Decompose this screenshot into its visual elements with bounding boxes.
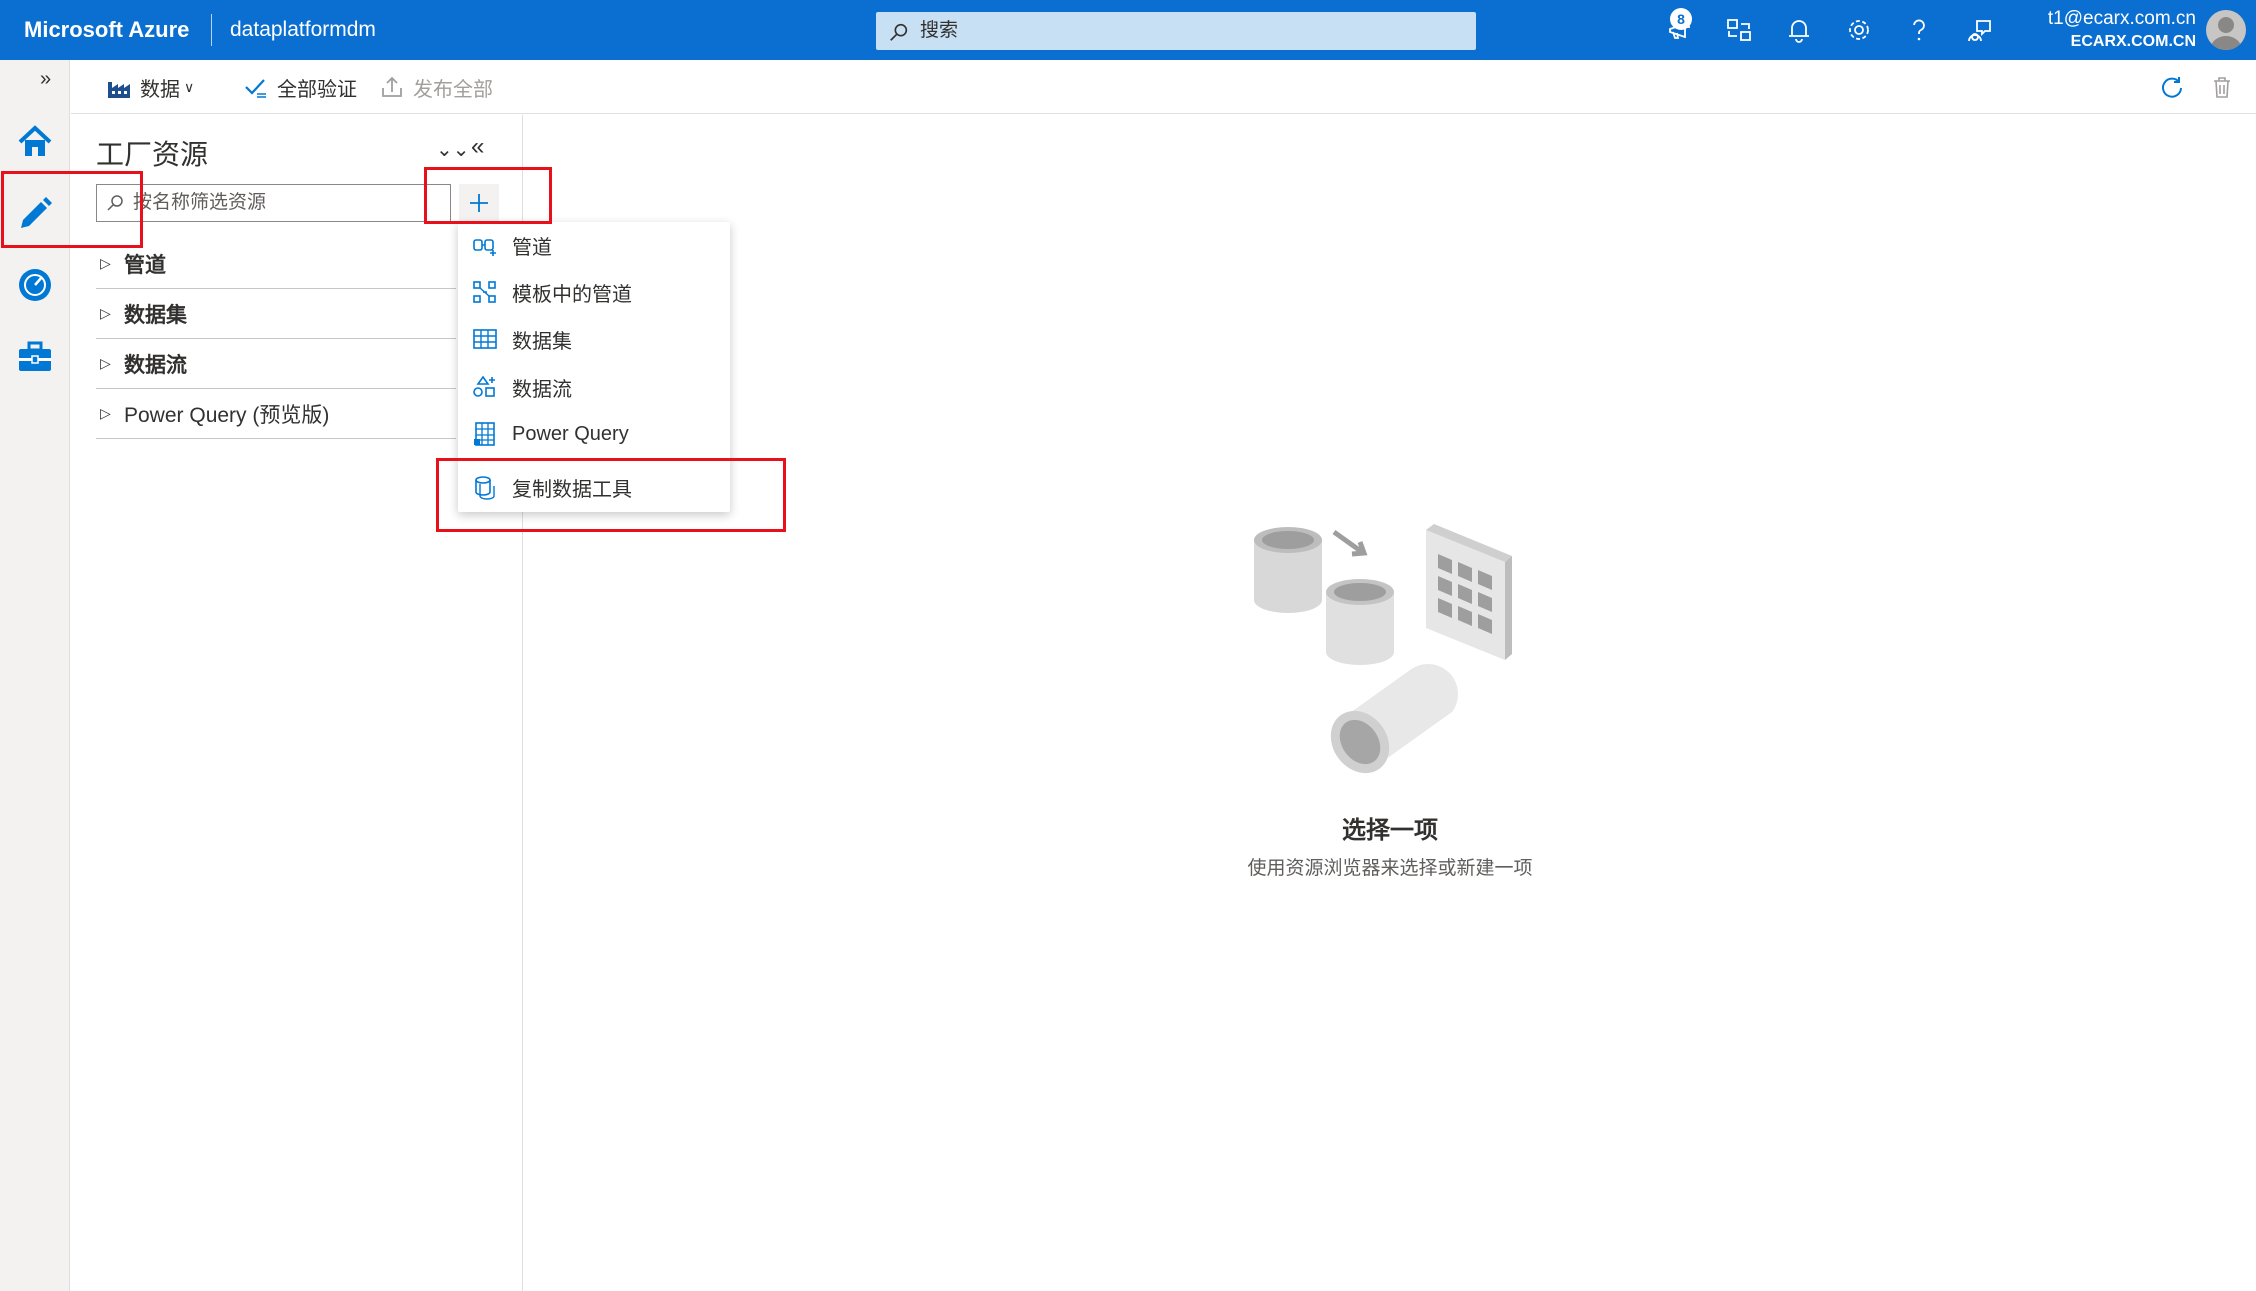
power-query-icon [474, 422, 495, 446]
avatar-person-icon [2210, 17, 2242, 50]
empty-state-illustration [1254, 524, 1512, 774]
brand-title[interactable]: Microsoft Azure [24, 0, 189, 60]
help-icon[interactable] [1904, 15, 1934, 45]
menu-item-label: 管道 [512, 236, 552, 259]
refresh-button[interactable] [2159, 60, 2193, 114]
chevron-down-icon: ∨ [184, 78, 195, 95]
tree-item-label: Power Query (预览版) [124, 403, 330, 427]
menu-item-label: 数据流 [512, 378, 572, 401]
notification-count-badge: 8 [1670, 8, 1692, 30]
menu-item-pipeline-from-template[interactable]: 模板中的管道 [458, 269, 730, 315]
top-bar: Microsoft Azure dataplatformdm 搜索 8 t1@e… [0, 0, 2256, 60]
pipe-icon [1330, 664, 1458, 774]
database-cylinder-icon [1254, 527, 1322, 613]
refresh-icon [2162, 77, 2182, 98]
arrow-icon [1332, 529, 1368, 557]
search-placeholder: 搜索 [920, 20, 959, 41]
expand-caret-icon[interactable]: ▷ [96, 305, 124, 322]
search-icon [890, 23, 908, 41]
dataset-table-icon [473, 329, 497, 349]
topbar-divider [211, 14, 212, 46]
factory-name[interactable]: dataplatformdm [230, 0, 376, 60]
menu-item-dataflow[interactable]: 数据流 [458, 364, 730, 410]
user-email[interactable]: t1@ecarx.com.cn [2048, 8, 2196, 30]
empty-state-subtitle: 使用资源浏览器来选择或新建一项 [1247, 858, 1533, 879]
collapse-panel-icon[interactable]: « [471, 133, 484, 161]
validate-check-icon [245, 79, 266, 98]
global-search-input[interactable]: 搜索 [876, 12, 1476, 50]
highlight-box-author [1, 171, 143, 248]
menu-item-pipeline[interactable]: 管道 [458, 222, 730, 268]
home-icon [18, 125, 52, 156]
panel-title: 工厂资源 [96, 139, 209, 170]
publish-all-label: 发布全部 [413, 78, 493, 101]
validate-all-label: 全部验证 [277, 78, 357, 101]
menu-item-label: 模板中的管道 [512, 283, 632, 306]
tree-item-dataflows[interactable]: ▷ 数据流 [96, 339, 456, 389]
resource-filter-input[interactable] [131, 187, 441, 219]
menu-item-label: Power Query [512, 422, 629, 445]
tree-item-pipelines[interactable]: ▷ 管道 [96, 239, 456, 289]
menu-item-dataset[interactable]: 数据集 [458, 316, 730, 362]
highlight-box-copy-data-tool [436, 458, 786, 532]
pipeline-icon [473, 239, 496, 256]
bell-icon[interactable] [1784, 15, 1814, 45]
highlight-box-add-button [424, 167, 552, 224]
monitor-icon [19, 269, 51, 301]
tree-item-label: 管道 [124, 253, 166, 277]
tree-item-label: 数据流 [124, 353, 187, 377]
validate-all-button[interactable]: 全部验证 [243, 60, 357, 114]
tree-item-power-query[interactable]: ▷ Power Query (预览版) [96, 389, 456, 439]
tree-item-label: 数据集 [124, 303, 187, 327]
tree-item-datasets[interactable]: ▷ 数据集 [96, 289, 456, 339]
discard-all-button[interactable] [2209, 60, 2243, 114]
avatar[interactable] [2206, 10, 2246, 50]
factory-toolbar: 数据 ∨ 全部验证 发布全部 [71, 60, 2256, 114]
rail-home[interactable] [0, 110, 70, 170]
manage-toolbox-icon [19, 341, 51, 371]
data-factory-menu-label: 数据 [140, 78, 180, 101]
empty-state-title: 选择一项 [1342, 817, 1438, 844]
data-factory-menu-button[interactable]: 数据 ∨ [106, 60, 194, 114]
table-grid-icon [1426, 524, 1512, 660]
publish-all-button[interactable]: 发布全部 [379, 60, 493, 114]
resource-filter-field[interactable] [96, 184, 451, 222]
menu-item-power-query[interactable]: Power Query [458, 411, 730, 457]
user-organization[interactable]: ECARX.COM.CN [2071, 33, 2196, 51]
resource-tree: ▷ 管道 ▷ 数据集 ▷ 数据流 ▷ Power Query (预览版) [96, 239, 456, 439]
expand-caret-icon[interactable]: ▷ [96, 255, 124, 272]
publish-upload-icon [382, 76, 402, 97]
factory-resources-panel: 工厂资源 ⌄⌄ « ▷ 管道 ▷ 数据集 ▷ 数据流 ▷ Power Query… [71, 115, 523, 1291]
directory-icon[interactable] [1724, 15, 1754, 45]
expand-caret-icon[interactable]: ▷ [96, 355, 124, 372]
collapse-all-icon[interactable]: ⌄⌄ [436, 137, 470, 162]
trash-icon [2214, 77, 2230, 98]
factory-icon [108, 82, 130, 98]
rail-monitor[interactable] [0, 253, 70, 313]
expand-rail-button[interactable]: » [40, 68, 51, 91]
gear-icon[interactable] [1844, 15, 1874, 45]
dataflow-icon [473, 375, 495, 397]
rail-manage[interactable] [0, 325, 70, 385]
database-cylinder-icon [1326, 579, 1394, 665]
person-feedback-icon[interactable] [1964, 15, 1994, 45]
menu-item-label: 数据集 [512, 330, 572, 353]
template-pipeline-icon [473, 281, 496, 303]
expand-caret-icon[interactable]: ▷ [96, 405, 124, 422]
